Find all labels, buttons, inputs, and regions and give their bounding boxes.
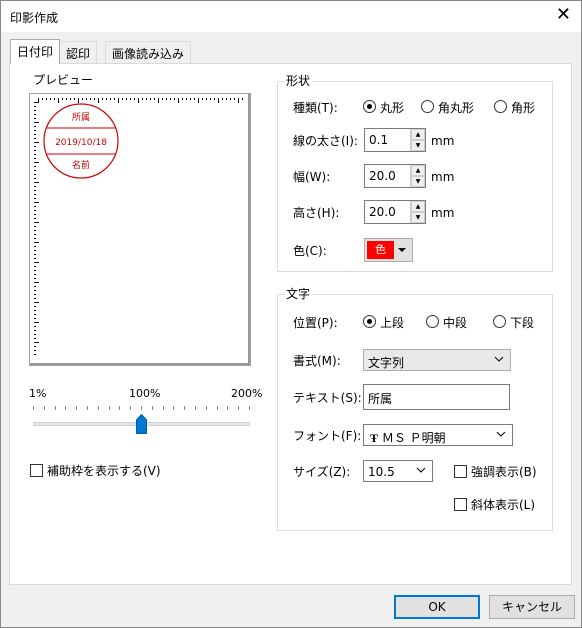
type-round-label: 丸形 [380,101,405,115]
italic-checkbox[interactable] [454,498,467,511]
size-dropdown[interactable]: 10.5 [363,460,433,482]
tab-label: 画像読み込み [112,47,185,61]
position-bottom-radio[interactable] [493,315,506,328]
text-input-value: 所属 [368,392,393,406]
ok-button[interactable]: OK [394,595,480,619]
height-label: 高さ(H): [293,206,340,220]
chevron-down-icon [416,467,426,473]
tab-label: 認印 [66,47,91,61]
window-title: 印影作成 [10,11,59,25]
zoom-slider-ticks [33,406,250,410]
zoom-min-label: 1% [29,387,47,400]
line-width-spinner[interactable]: 0.1 ▲ ▼ [364,128,426,152]
format-dropdown[interactable]: 文字列 [363,349,511,371]
bold-label: 強調表示(B) [471,465,537,479]
cancel-button[interactable]: キャンセル [489,595,575,619]
type-square-label: 角形 [511,101,536,115]
font-label: フォント(F): [293,429,362,443]
zoom-slider-thumb[interactable] [135,414,147,434]
spinner-down-icon[interactable]: ▼ [411,212,425,223]
spinner-buttons: ▲ ▼ [410,201,425,223]
spinner-buttons: ▲ ▼ [410,129,425,151]
truetype-font-icon: Ŧ [370,431,379,445]
tab-date-stamp[interactable]: 日付印 [10,39,61,64]
preview-ruler-left [34,102,39,355]
type-square-radio[interactable] [494,100,507,113]
font-dropdown[interactable]: Ŧ ＭＳ Ｐ明朝 [363,424,513,446]
text-label: テキスト(S): [293,391,362,405]
spinner-up-icon[interactable]: ▲ [411,165,425,176]
position-top-radio[interactable] [363,315,376,328]
position-label: 位置(P): [293,316,338,330]
position-bottom-label: 下段 [510,316,535,330]
zoom-max-label: 200% [231,387,263,400]
tab-label: 日付印 [17,45,54,59]
stamp-date-text: 2019/10/18 [55,138,107,148]
chevron-down-icon [494,356,504,362]
spinner-down-icon[interactable]: ▼ [411,176,425,187]
width-unit: mm [431,170,455,184]
height-spinner[interactable]: 20.0 ▲ ▼ [364,200,426,224]
chevron-down-icon [496,431,506,437]
zoom-mid-label: 100% [129,387,161,400]
type-round-radio[interactable] [363,100,376,113]
color-picker-button[interactable]: 色 [364,238,413,262]
italic-label: 斜体表示(L) [471,498,536,512]
tab-image-import[interactable]: 画像読み込み [105,41,192,63]
preview-group-title: プレビュー [31,73,96,87]
stamp-creation-dialog: 印影作成 ✕ 日付印 認印 画像読み込み プレビュー 所属 2019/10/18… [0,0,582,628]
spinner-down-icon[interactable]: ▼ [411,140,425,151]
color-swatch: 色 [367,241,394,259]
show-guide-checkbox[interactable] [30,464,43,477]
size-value: 10.5 [368,465,395,479]
type-rounded-square-radio[interactable] [421,100,434,113]
stamp-bottom-text: 名前 [72,159,90,171]
format-label: 書式(M): [293,354,341,368]
show-guide-label: 補助枠を表示する(V) [47,464,161,478]
spinner-buttons: ▲ ▼ [410,165,425,187]
position-middle-label: 中段 [443,316,468,330]
height-value: 20.0 [369,205,396,219]
text-input[interactable]: 所属 [363,384,510,410]
format-value: 文字列 [368,356,405,370]
title-bar: 印影作成 ✕ [1,1,581,32]
type-label: 種類(T): [293,101,338,115]
text-group-title: 文字 [284,287,313,301]
position-middle-radio[interactable] [426,315,439,328]
bold-checkbox[interactable] [454,465,467,478]
spinner-up-icon[interactable]: ▲ [411,129,425,140]
line-width-unit: mm [431,134,455,148]
size-label: サイズ(Z): [293,465,351,479]
tab-approval-stamp[interactable]: 認印 [59,41,98,63]
width-value: 20.0 [369,169,396,183]
shape-group-title: 形状 [284,74,313,88]
width-label: 幅(W): [293,170,331,184]
width-spinner[interactable]: 20.0 ▲ ▼ [364,164,426,188]
type-rounded-square-label: 角丸形 [438,101,475,115]
height-unit: mm [431,206,455,220]
dropdown-arrow-icon [398,248,406,252]
font-dropdown-content: Ŧ ＭＳ Ｐ明朝 [370,429,446,446]
stamp-top-text: 所属 [72,112,90,123]
stamp-preview: 所属 2019/10/18 名前 [43,103,119,179]
line-width-label: 線の太さ(I): [293,134,358,148]
line-width-value: 0.1 [369,133,389,147]
position-top-label: 上段 [380,316,405,330]
close-icon[interactable]: ✕ [556,5,571,25]
font-value: ＭＳ Ｐ明朝 [381,431,446,445]
color-label: 色(C): [293,244,327,258]
spinner-up-icon[interactable]: ▲ [411,201,425,212]
